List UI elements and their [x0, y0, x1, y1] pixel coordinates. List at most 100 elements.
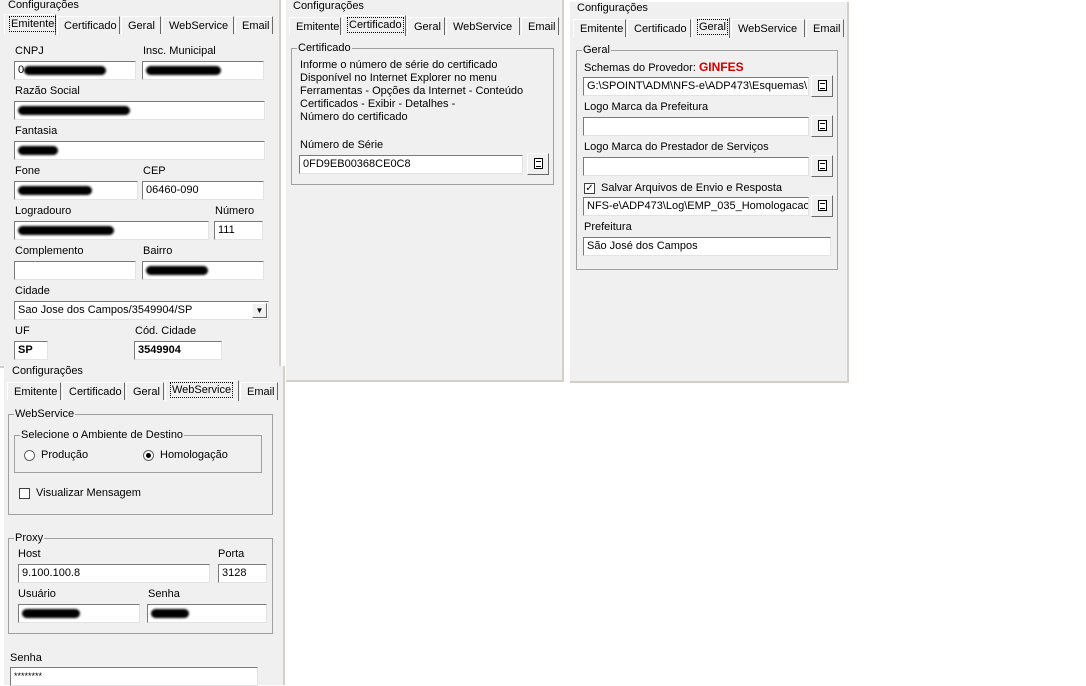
senha-bottom-field[interactable]: ******** — [10, 667, 258, 686]
geral-group-label: Geral — [582, 43, 611, 57]
host-field[interactable]: 9.100.100.8 — [18, 564, 210, 583]
complemento-label: Complemento — [15, 245, 84, 257]
tab-email[interactable]: Email — [806, 19, 844, 37]
tab-emitente[interactable]: Emitente — [4, 14, 57, 35]
fantasia-field[interactable] — [14, 141, 265, 160]
senha-label: Senha — [148, 588, 180, 600]
webservice-group: WebService Selecione o Ambiente de Desti… — [8, 407, 273, 515]
tab-email[interactable]: Email — [240, 382, 278, 400]
tab-geral[interactable]: Geral — [121, 16, 161, 34]
tab-email[interactable]: Email — [521, 17, 559, 35]
razao-social-field[interactable] — [14, 101, 265, 120]
browse-log-button[interactable] — [811, 195, 833, 217]
folder-icon — [818, 80, 827, 91]
certificado-info-line: Disponível no Internet Explorer no menu — [300, 72, 497, 84]
browse-logo-prefeitura-button[interactable] — [811, 115, 833, 137]
log-path-field[interactable]: NFS-e\ADP473\Log\EMP_035_Homologacao — [583, 197, 809, 216]
tab-geral[interactable]: Geral — [407, 17, 445, 35]
razao-social-label: Razão Social — [15, 85, 80, 97]
proxy-group-label: Proxy — [14, 531, 45, 545]
group-title: Configurações — [8, 0, 79, 11]
tab-webservice[interactable]: WebService — [165, 380, 239, 401]
logo-prefeitura-label: Logo Marca da Prefeitura — [584, 101, 709, 113]
fantasia-label: Fantasia — [15, 125, 58, 137]
producao-label: Produção — [41, 449, 89, 461]
homologacao-label: Homologação — [160, 449, 228, 461]
tab-geral[interactable]: Geral — [692, 17, 730, 38]
browse-schemas-button[interactable] — [811, 75, 833, 97]
serial-label: Número de Série — [300, 139, 384, 151]
cep-label: CEP — [143, 165, 166, 177]
group-title: Configurações — [293, 0, 364, 12]
schemas-label: Schemas do Provedor: GINFES — [584, 60, 744, 75]
senha-field[interactable] — [147, 604, 267, 623]
certificado-group: Certificado Informe o número de série do… — [291, 41, 554, 185]
uf-field[interactable]: SP — [14, 341, 48, 360]
schemas-path-field[interactable]: G:\SPOINT\ADM\NFS-e\ADP473\Esquemas\ — [583, 77, 809, 96]
insc-municipal-field[interactable] — [142, 61, 264, 80]
cep-field[interactable]: 06460-090 — [142, 181, 264, 200]
browse-logo-prestador-button[interactable] — [811, 155, 833, 177]
logradouro-field[interactable] — [14, 221, 209, 240]
geral-group: Geral Schemas do Provedor: GINFES G:\SPO… — [576, 43, 838, 270]
prefeitura-field[interactable]: São José dos Campos — [583, 237, 831, 256]
visualizar-mensagem-checkbox[interactable] — [19, 488, 30, 499]
complemento-field[interactable] — [14, 261, 136, 280]
logo-prestador-field[interactable] — [583, 157, 809, 176]
config-panel-emitente: Configurações Emitente Certificado Geral… — [0, 0, 281, 368]
tab-certificado[interactable]: Certificado — [627, 19, 691, 37]
usuario-label: Usuário — [18, 588, 56, 600]
chevron-down-icon[interactable]: ▼ — [252, 303, 267, 318]
certificado-info-line: Informe o número de série do certificado — [300, 59, 498, 71]
tab-emitente[interactable]: Emitente — [7, 382, 61, 400]
certificado-info-line: Ferramentas - Opções da Internet - Conte… — [300, 85, 524, 97]
cod-cidade-label: Cód. Cidade — [135, 325, 197, 337]
folder-icon — [818, 160, 827, 171]
provider-name: GINFES — [698, 60, 744, 74]
group-title: Configurações — [12, 365, 83, 377]
cod-cidade-field[interactable]: 3549904 — [134, 341, 222, 360]
tab-certificado[interactable]: Certificado — [342, 15, 406, 36]
config-panel-certificado: Configurações Emitente Certificado Geral… — [286, 0, 564, 382]
tab-certificado[interactable]: Certificado — [57, 16, 120, 34]
salvar-arquivos-checkbox[interactable]: ✓ — [584, 183, 595, 194]
visualizar-mensagem-label: Visualizar Mensagem — [36, 487, 141, 499]
webservice-group-label: WebService — [14, 407, 76, 421]
proxy-group: Proxy Host 9.100.100.8 Porta 3128 Usuári… — [8, 531, 273, 634]
certificado-info-line: Número do certificado — [300, 111, 408, 123]
senha-bottom-label: Senha — [10, 652, 42, 664]
tab-email[interactable]: Email — [235, 16, 273, 34]
certificado-group-label: Certificado — [297, 41, 352, 55]
select-certificate-button[interactable] — [527, 153, 549, 175]
numero-field[interactable]: 111 — [214, 221, 263, 240]
group-title: Configurações — [577, 2, 648, 14]
logradouro-label: Logradouro — [15, 205, 72, 217]
insc-municipal-label: Insc. Municipal — [143, 45, 216, 57]
cidade-select[interactable]: Sao Jose dos Campos/3549904/SP ▼ — [14, 301, 269, 320]
tab-webservice[interactable]: WebService — [446, 17, 520, 35]
folder-icon — [818, 200, 827, 211]
config-panel-webservice: Configurações Emitente Certificado Geral… — [4, 365, 285, 686]
numero-label: Número — [215, 205, 255, 217]
tab-geral[interactable]: Geral — [126, 382, 164, 400]
tab-emitente[interactable]: Emitente — [289, 17, 341, 35]
logo-prefeitura-field[interactable] — [583, 117, 809, 136]
logo-prestador-label: Logo Marca do Prestador de Serviços — [584, 141, 769, 153]
tab-webservice[interactable]: WebService — [731, 19, 805, 37]
cidade-label: Cidade — [15, 285, 50, 297]
tab-bar: Emitente Certificado Geral WebService Em… — [7, 380, 283, 401]
salvar-arquivos-label: Salvar Arquivos de Envio e Resposta — [601, 182, 782, 194]
bairro-field[interactable] — [142, 261, 264, 280]
usuario-field[interactable] — [18, 604, 140, 623]
cnpj-field[interactable]: 0 — [14, 61, 136, 80]
tab-emitente[interactable]: Emitente — [573, 19, 626, 37]
producao-radio[interactable] — [24, 450, 35, 461]
fone-field[interactable] — [14, 181, 138, 200]
bairro-label: Bairro — [143, 245, 173, 257]
tab-certificado[interactable]: Certificado — [62, 382, 125, 400]
porta-field[interactable]: 3128 — [218, 564, 267, 583]
homologacao-radio[interactable] — [143, 450, 154, 461]
tab-webservice[interactable]: WebService — [162, 16, 234, 34]
certificado-info-line: Certificados - Exibir - Detalhes - — [300, 98, 456, 110]
serial-field[interactable]: 0FD9EB00368CE0C8 — [299, 155, 523, 174]
